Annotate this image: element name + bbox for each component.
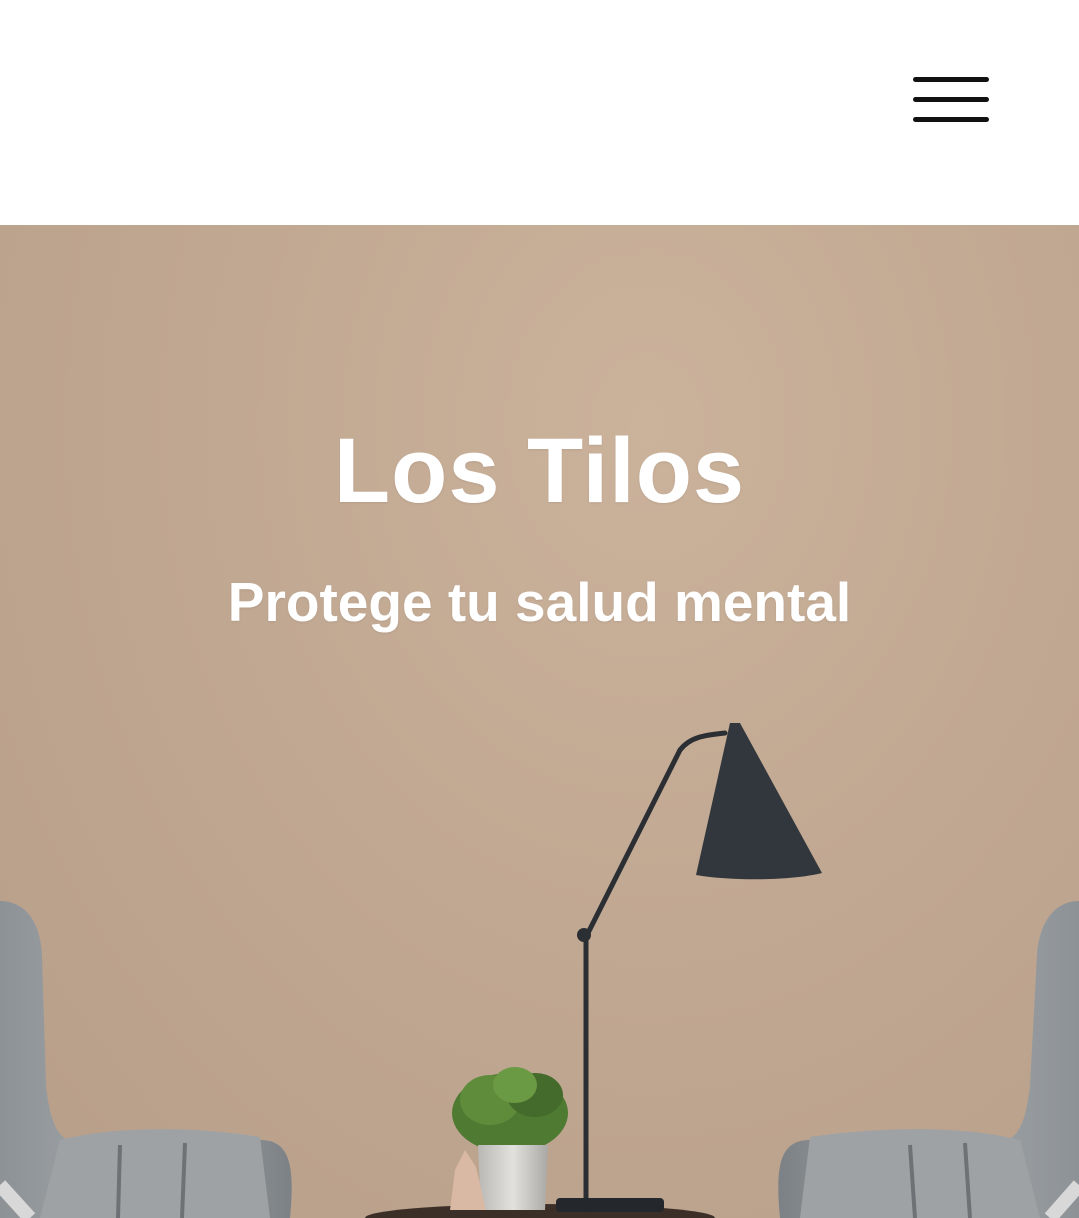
lamp-shade [696,723,822,880]
left-armchair [0,901,292,1218]
site-header [0,0,1079,225]
hero-subtitle: Protege tu salud mental [227,571,852,633]
hamburger-menu-button[interactable] [906,70,996,130]
right-armchair [778,901,1079,1218]
floor-lamp [577,730,728,1213]
hero-section: Los Tilos Protege tu salud mental [0,225,1079,1218]
lamp-base [556,1198,664,1212]
hero-background-image [0,723,1079,1218]
hero-title: Los Tilos [333,420,746,522]
